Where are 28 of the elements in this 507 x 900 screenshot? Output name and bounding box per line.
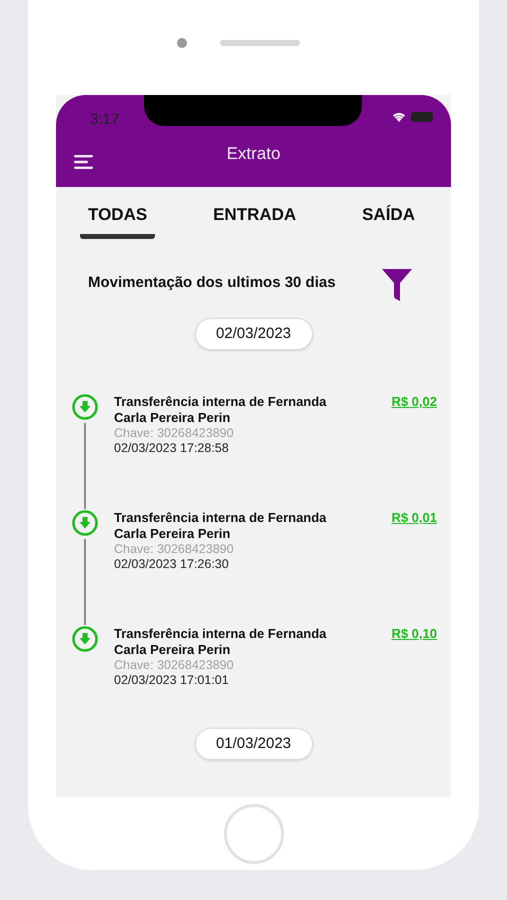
transaction-key: Chave: 30268423890 — [114, 542, 329, 557]
transaction-title: Transferência interna de Fernanda Carla Pereira Perin — [114, 626, 328, 658]
transaction-datetime: 02/03/2023 17:26:30 — [114, 557, 230, 572]
transaction-amount: R$ 0,01 — [391, 510, 437, 527]
speaker-icon — [220, 40, 300, 46]
transaction-title: Transferência interna de Fernanda Carla Pereira Perin — [114, 510, 328, 542]
tab[interactable]: ENTRADA — [205, 202, 304, 238]
transaction-title: Transferência interna de Fernanda Carla Pereira Perin — [114, 394, 328, 426]
wifi-icon — [392, 112, 406, 122]
transaction-datetime: 02/03/2023 17:28:58 — [114, 441, 230, 456]
transaction-amount: R$ 0,02 — [391, 394, 437, 411]
camera-icon — [177, 38, 187, 48]
transaction-key: Chave: 30268423890 — [114, 658, 329, 673]
transaction-datetime: 02/03/2023 17:01:01 — [114, 673, 230, 688]
tab[interactable]: TODAS — [80, 202, 156, 238]
tab[interactable]: SAÍDA — [354, 202, 423, 238]
filter-button[interactable] — [381, 268, 413, 302]
date-pill: 01/03/2023 — [194, 728, 312, 760]
menu-icon — [74, 155, 94, 169]
date-pill: 02/03/2023 — [194, 318, 312, 350]
menu-button[interactable] — [74, 155, 94, 169]
screen-title: Extrato — [226, 143, 280, 166]
transaction-amount: R$ 0,10 — [391, 626, 437, 643]
battery-icon — [411, 112, 433, 122]
section-title: Movimentação dos ultimos 30 dias — [88, 273, 336, 293]
status-time: 3:17 — [90, 110, 120, 130]
transaction-key: Chave: 30268423890 — [114, 426, 329, 441]
filter-icon — [381, 268, 413, 302]
